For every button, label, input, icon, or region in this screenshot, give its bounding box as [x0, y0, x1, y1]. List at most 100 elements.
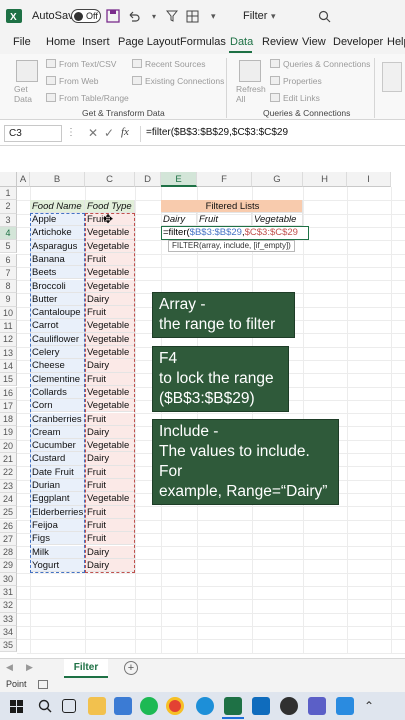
- food-name-cell[interactable]: Celery: [30, 346, 85, 360]
- food-type-cell[interactable]: Fruit: [85, 479, 135, 493]
- recent-sources-button[interactable]: Recent Sources: [145, 59, 205, 69]
- menu-file[interactable]: File: [13, 36, 31, 48]
- food-type-cell[interactable]: Vegetable: [85, 319, 135, 333]
- menu-home[interactable]: Home: [46, 36, 75, 48]
- food-type-cell[interactable]: Vegetable: [85, 385, 135, 400]
- food-name-cell[interactable]: Elderberries: [30, 505, 85, 519]
- row-header-5[interactable]: 5: [0, 240, 17, 254]
- food-name-cell[interactable]: Beets: [30, 266, 85, 280]
- sheet-tab-filter[interactable]: Filter: [64, 659, 108, 678]
- filtered-dairy-header[interactable]: Dairy: [161, 213, 197, 227]
- food-type-cell[interactable]: Dairy: [85, 359, 135, 373]
- autosave-toggle[interactable]: Off: [71, 0, 101, 32]
- next-sheet-icon[interactable]: ▶: [26, 662, 33, 673]
- insert-function-button[interactable]: fx: [121, 126, 129, 138]
- save-icon[interactable]: [106, 0, 120, 32]
- food-name-cell[interactable]: Cream: [30, 425, 85, 440]
- chrome-icon[interactable]: [166, 697, 184, 715]
- food-type-cell[interactable]: Vegetable: [85, 439, 135, 453]
- food-name-cell[interactable]: Cucumber: [30, 439, 85, 453]
- food-name-cell[interactable]: Corn: [30, 399, 85, 413]
- food-name-cell[interactable]: Eggplant: [30, 492, 85, 506]
- app-icon[interactable]: [336, 697, 354, 715]
- add-sheet-button[interactable]: +: [124, 661, 138, 675]
- enter-icon[interactable]: ✓: [104, 126, 114, 140]
- row-header-16[interactable]: 16: [0, 386, 17, 400]
- edge-icon[interactable]: [196, 697, 214, 715]
- refresh-icon[interactable]: [239, 60, 261, 82]
- undo-icon[interactable]: [127, 0, 141, 32]
- get-data-button[interactable]: Get Data: [14, 84, 42, 104]
- search-icon[interactable]: [318, 0, 331, 32]
- row-header-26[interactable]: 26: [0, 519, 17, 533]
- row-header-3[interactable]: 3: [0, 213, 17, 227]
- menu-review[interactable]: Review: [262, 36, 298, 48]
- excel-icon[interactable]: [224, 697, 242, 715]
- row-header-21[interactable]: 21: [0, 453, 17, 467]
- row-header-8[interactable]: 8: [0, 280, 17, 294]
- grid-icon[interactable]: [186, 0, 199, 32]
- menu-help[interactable]: Help: [387, 36, 405, 48]
- food-name-cell[interactable]: Artichoke: [30, 226, 85, 240]
- row-header-17[interactable]: 17: [0, 399, 17, 414]
- row-header-9[interactable]: 9: [0, 293, 17, 307]
- food-type-cell[interactable]: Fruit: [85, 532, 135, 546]
- food-type-cell[interactable]: Fruit: [85, 306, 135, 320]
- taskview-icon[interactable]: [62, 699, 76, 713]
- from-text-button[interactable]: From Text/CSV: [59, 59, 116, 69]
- row-header-10[interactable]: 10: [0, 306, 17, 320]
- column-header-a[interactable]: A: [17, 172, 30, 187]
- food-type-cell[interactable]: Vegetable: [85, 332, 135, 346]
- row-header-2[interactable]: 2: [0, 200, 17, 214]
- food-type-cell[interactable]: Vegetable: [85, 279, 135, 293]
- menu-data[interactable]: Data: [230, 36, 253, 48]
- food-type-cell[interactable]: Fruit: [85, 465, 135, 479]
- food-name-cell[interactable]: Cauliflower: [30, 332, 85, 346]
- row-header-23[interactable]: 23: [0, 479, 17, 493]
- name-box[interactable]: C3: [4, 125, 62, 142]
- get-data-icon[interactable]: [16, 60, 38, 82]
- food-type-cell[interactable]: Vegetable: [85, 266, 135, 280]
- food-name-cell[interactable]: Feijoa: [30, 518, 85, 533]
- row-header-7[interactable]: 7: [0, 266, 17, 281]
- column-header-b[interactable]: B: [30, 172, 85, 187]
- food-name-cell[interactable]: Cranberries: [30, 412, 85, 426]
- row-header-18[interactable]: 18: [0, 413, 17, 427]
- edit-links-button[interactable]: Edit Links: [283, 93, 320, 103]
- menu-insert[interactable]: Insert: [82, 36, 110, 48]
- filter-icon[interactable]: [166, 0, 178, 32]
- from-web-button[interactable]: From Web: [59, 76, 99, 86]
- food-type-cell[interactable]: Fruit: [85, 505, 135, 519]
- refresh-all-button[interactable]: Refresh All: [236, 84, 266, 104]
- obs-icon[interactable]: [280, 697, 298, 715]
- food-type-cell[interactable]: Vegetable: [85, 492, 135, 506]
- chevron-down-icon[interactable]: ▾: [271, 0, 276, 32]
- row-header-20[interactable]: 20: [0, 439, 17, 453]
- formula-input[interactable]: =filter($B$3:$B$29,$C$3:$C$29: [146, 127, 288, 138]
- food-type-cell[interactable]: Vegetable: [85, 399, 135, 413]
- row-header-25[interactable]: 25: [0, 506, 17, 520]
- cancel-icon[interactable]: ✕: [88, 126, 98, 140]
- food-name-cell[interactable]: Durian: [30, 479, 85, 493]
- properties-button[interactable]: Properties: [283, 76, 322, 86]
- food-type-cell[interactable]: Vegetable: [85, 226, 135, 240]
- dropdown-icon[interactable]: ▾: [152, 0, 156, 32]
- existing-connections-button[interactable]: Existing Connections: [145, 76, 224, 86]
- explorer-icon[interactable]: [88, 697, 106, 715]
- food-type-cell[interactable]: Fruit: [85, 372, 135, 386]
- column-header-i[interactable]: I: [347, 172, 391, 187]
- row-header-33[interactable]: 33: [0, 612, 17, 626]
- food-type-cell[interactable]: Fruit: [85, 518, 135, 533]
- food-type-cell[interactable]: Dairy: [85, 545, 135, 559]
- food-name-cell[interactable]: Figs: [30, 532, 85, 546]
- row-header-22[interactable]: 22: [0, 466, 17, 480]
- food-name-cell[interactable]: Collards: [30, 385, 85, 400]
- row-header-14[interactable]: 14: [0, 359, 17, 374]
- column-header-c[interactable]: C: [85, 172, 135, 187]
- column-header-g[interactable]: G: [252, 172, 303, 187]
- header-food-name[interactable]: Food Name: [30, 200, 85, 214]
- food-name-cell[interactable]: Date Fruit: [30, 465, 85, 479]
- active-cell-editor[interactable]: =filter($B$3:$B$29,$C$3:$C$29: [161, 226, 309, 240]
- row-header-1[interactable]: 1: [0, 187, 17, 201]
- food-name-cell[interactable]: Cheese: [30, 359, 85, 373]
